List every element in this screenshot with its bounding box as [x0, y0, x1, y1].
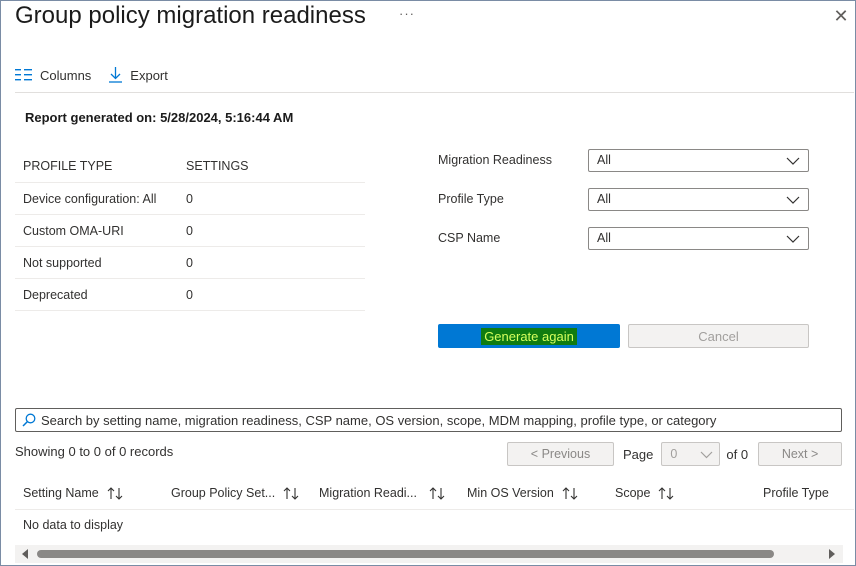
- page-select[interactable]: 0: [661, 442, 721, 466]
- generate-again-button[interactable]: Generate again: [438, 324, 620, 348]
- profile-type-value: All: [597, 191, 611, 206]
- results-grid-header: Setting Name Group Policy Set... Migrati…: [15, 478, 854, 510]
- sort-icon: [429, 486, 445, 500]
- settings-cell: 0: [186, 287, 193, 302]
- table-row: Deprecated 0: [15, 279, 365, 311]
- csp-name-dropdown[interactable]: All: [588, 226, 809, 250]
- chevron-down-icon: [786, 196, 800, 204]
- sort-icon: [283, 486, 299, 500]
- chevron-down-icon: [700, 451, 713, 459]
- horizontal-scrollbar[interactable]: [15, 545, 843, 563]
- search-placeholder: Search by setting name, migration readin…: [41, 412, 717, 428]
- column-header-migration-readiness[interactable]: Migration Readi...: [319, 486, 445, 500]
- records-count-text: Showing 0 to 0 of 0 records: [15, 444, 174, 459]
- scrollbar-thumb[interactable]: [37, 550, 774, 558]
- page-label: Page: [623, 446, 654, 462]
- report-generated-text: Report generated on: 5/28/2024, 5:16:44 …: [25, 110, 294, 125]
- sort-icon: [562, 486, 578, 500]
- page-title: Group policy migration readiness: [15, 2, 366, 29]
- column-header-profile-type: PROFILE TYPE: [23, 158, 113, 173]
- filter-row-migration-readiness: Migration Readiness All: [438, 148, 810, 172]
- more-options-icon[interactable]: ···: [399, 6, 415, 21]
- toolbar: Columns Export: [15, 63, 186, 87]
- column-header-label: Group Policy Set...: [171, 486, 276, 500]
- table-row: Device configuration: All 0: [15, 183, 365, 215]
- table-row: Not supported 0: [15, 247, 365, 279]
- close-icon[interactable]: ✕: [832, 6, 850, 26]
- pagination-controls: < Previous Page 0 of 0 Next >: [507, 442, 843, 466]
- scroll-right-icon[interactable]: [829, 549, 835, 559]
- filters-panel: Migration Readiness All Profile Type All…: [438, 148, 810, 265]
- chevron-down-icon: [786, 157, 800, 165]
- column-header-label: Scope: [615, 486, 651, 500]
- csp-name-label: CSP Name: [438, 231, 501, 245]
- filter-row-csp-name: CSP Name All: [438, 226, 810, 250]
- migration-readiness-label: Migration Readiness: [438, 153, 552, 167]
- chevron-down-icon: [786, 235, 800, 243]
- columns-label: Columns: [40, 67, 92, 83]
- profile-type-cell: Custom OMA-URI: [23, 223, 124, 238]
- migration-readiness-dropdown[interactable]: All: [588, 148, 809, 172]
- generate-again-label: Generate again: [481, 327, 577, 345]
- column-header-scope[interactable]: Scope: [615, 486, 674, 500]
- settings-cell: 0: [186, 255, 193, 270]
- filter-row-profile-type: Profile Type All: [438, 187, 810, 211]
- export-button[interactable]: Export: [109, 67, 168, 83]
- table-row: Custom OMA-URI 0: [15, 215, 365, 247]
- column-header-group-policy-setting[interactable]: Group Policy Set...: [171, 486, 299, 500]
- column-header-label: Profile Type: [763, 486, 829, 500]
- scroll-left-icon[interactable]: [22, 549, 28, 559]
- profile-type-cell: Deprecated: [23, 287, 88, 302]
- profile-type-dropdown[interactable]: All: [588, 187, 809, 211]
- empty-state-text: No data to display: [23, 518, 124, 532]
- sort-icon: [107, 486, 123, 500]
- profile-type-cell: Device configuration: All: [23, 191, 157, 206]
- profile-type-label: Profile Type: [438, 192, 504, 206]
- toolbar-divider: [15, 92, 854, 93]
- column-header-settings: SETTINGS: [186, 158, 249, 173]
- columns-button[interactable]: Columns: [15, 68, 91, 83]
- page-count-text: of 0: [726, 446, 749, 462]
- csp-name-value: All: [597, 230, 611, 245]
- column-header-label: Migration Readi...: [319, 486, 417, 500]
- summary-table-header: PROFILE TYPE SETTINGS: [15, 149, 365, 183]
- search-icon: [22, 413, 36, 427]
- cancel-button[interactable]: Cancel: [628, 324, 809, 348]
- previous-page-button[interactable]: < Previous: [507, 442, 614, 466]
- column-header-label: Min OS Version: [467, 486, 554, 500]
- next-page-button[interactable]: Next >: [758, 442, 843, 466]
- column-header-label: Setting Name: [23, 486, 99, 500]
- summary-table: PROFILE TYPE SETTINGS Device configurati…: [15, 149, 365, 311]
- migration-readiness-value: All: [597, 152, 611, 167]
- settings-cell: 0: [186, 223, 193, 238]
- download-icon: [109, 67, 123, 83]
- columns-icon: [15, 69, 32, 81]
- export-label: Export: [130, 67, 168, 83]
- settings-cell: 0: [186, 191, 193, 206]
- column-header-min-os-version[interactable]: Min OS Version: [467, 486, 578, 500]
- page-select-value: 0: [670, 447, 678, 461]
- column-header-profile-type[interactable]: Profile Type: [763, 486, 829, 500]
- sort-icon: [659, 486, 674, 500]
- search-input[interactable]: Search by setting name, migration readin…: [15, 408, 842, 432]
- profile-type-cell: Not supported: [23, 255, 102, 270]
- column-header-setting-name[interactable]: Setting Name: [23, 486, 123, 500]
